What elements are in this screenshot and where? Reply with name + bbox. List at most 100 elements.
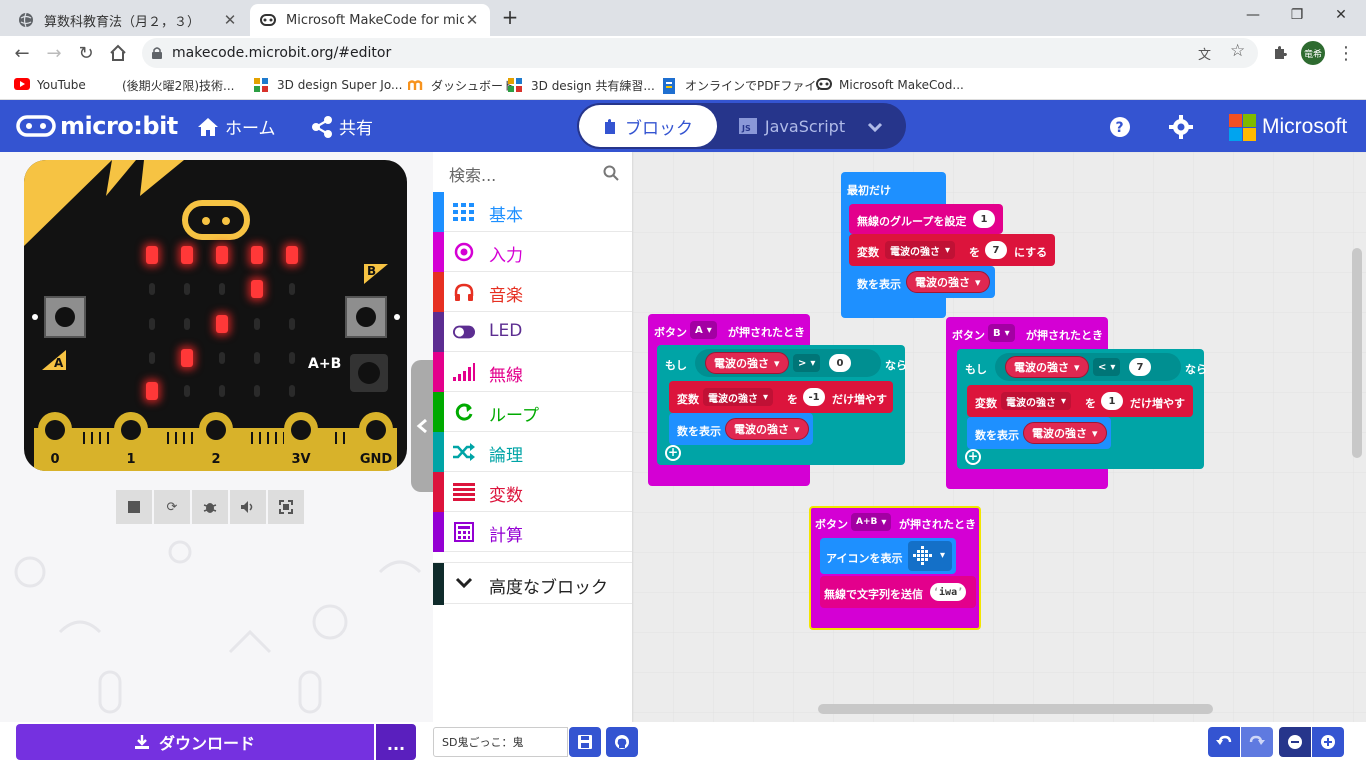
button-ab[interactable] [350,354,388,392]
share-button[interactable]: 共有 [311,114,373,139]
collapse-simulator-button[interactable] [411,360,433,492]
radio-set-group-block[interactable]: 無線のグループを設定 1 [849,204,1003,234]
blocks-mode-button[interactable]: ブロック [579,105,717,147]
toolbox-category[interactable]: 論理 [433,432,632,472]
profile-avatar[interactable]: 竜希 [1301,41,1325,65]
button-a[interactable] [44,296,86,338]
search-input[interactable]: 検索... [449,162,496,186]
bookmark-item[interactable]: ダッシュボード [407,76,515,94]
variable-reporter[interactable]: 電波の強さ ▾ [1023,422,1107,444]
show-number-block[interactable]: 数を表示 電波の強さ ▾ [669,413,813,445]
maximize-button[interactable]: ❐ [1274,0,1320,30]
advanced-blocks-category[interactable]: 高度なブロック [433,562,632,605]
button-dropdown[interactable]: A ▾ [690,321,717,339]
more-button[interactable]: ... [376,724,416,760]
bookmark-item[interactable]: 3D design 共有練習... [508,76,655,94]
back-icon[interactable]: ← [8,39,36,67]
url-field[interactable]: makecode.microbit.org/#editor 文 ☆ [142,38,1258,68]
add-else-icon[interactable]: + [965,449,981,465]
microsoft-logo[interactable]: Microsoft [1229,113,1347,141]
toolbox-category[interactable]: LED [433,312,632,352]
sound-icon[interactable] [230,490,266,524]
chevron-down-icon[interactable] [863,115,887,139]
string-value-input[interactable]: ‘iwa’ [930,583,967,601]
toolbox-search[interactable]: 検索... [433,152,632,192]
bookmark-star-icon[interactable]: ☆ [1230,41,1245,61]
zoom-in-button[interactable] [1312,727,1344,757]
bookmark-item[interactable]: オンラインでPDFファイ... [662,76,828,94]
toolbox-category[interactable]: 無線 [433,352,632,392]
translate-icon[interactable]: 文 [1198,44,1211,63]
button-b[interactable] [345,296,387,338]
radio-send-string-block[interactable]: 無線で文字列を送信 ‘iwa’ [820,576,976,608]
bookmark-item[interactable]: Microsoft MakeCod... [816,76,964,94]
add-else-icon[interactable]: + [665,445,681,461]
browser-tab[interactable]: 算数科教育法（月２，３） ✕ [8,4,248,36]
operator-dropdown[interactable]: < ▾ [1093,358,1121,376]
change-variable-block[interactable]: 変数 電波の強さ ▾ を 1 だけ増やす [967,385,1193,417]
gear-icon[interactable] [1169,115,1193,139]
stop-icon[interactable] [116,490,152,524]
compare-block[interactable]: 電波の強さ ▾ > ▾ 0 [695,349,881,377]
compare-value[interactable]: 0 [829,354,851,372]
fullscreen-icon[interactable] [268,490,304,524]
javascript-mode-button[interactable]: JS JavaScript [727,105,857,147]
compare-value[interactable]: 7 [1129,358,1151,376]
bookmark-item[interactable]: 3D design Super Jo... [254,76,402,94]
forward-icon[interactable]: → [40,39,68,67]
home-icon[interactable] [104,39,132,67]
github-button[interactable] [606,727,638,757]
new-tab-button[interactable]: + [498,6,522,30]
toolbox-category[interactable]: 入力 [433,232,632,272]
change-value[interactable]: 1 [1101,392,1123,410]
variable-dropdown[interactable]: 電波の強さ ▾ [1001,392,1072,410]
bookmark-item[interactable]: YouTube [14,76,86,94]
blocks-workspace[interactable]: 最初だけ 無線のグループを設定 1 変数 電波の強さ ▾ を 7 にする 数を表示… [633,152,1366,722]
vertical-scrollbar[interactable] [1352,248,1362,458]
change-variable-block[interactable]: 変数 電波の強さ ▾ を -1 だけ増やす [669,381,893,413]
set-variable-value[interactable]: 7 [985,241,1007,259]
show-number-block[interactable]: 数を表示 電波の強さ ▾ [849,266,995,298]
variable-reporter[interactable]: 電波の強さ ▾ [725,418,809,440]
set-variable-block[interactable]: 変数 電波の強さ ▾ を 7 にする [849,234,1055,266]
search-icon[interactable] [603,165,619,181]
variable-dropdown[interactable]: 電波の強さ ▾ [703,388,774,406]
save-button[interactable] [569,727,601,757]
show-number-block[interactable]: 数を表示 電波の強さ ▾ [967,417,1111,449]
group-value-input[interactable]: 1 [973,210,995,228]
download-button[interactable]: ダウンロード [16,724,374,760]
variable-dropdown[interactable]: 電波の強さ ▾ [885,241,956,259]
debug-icon[interactable] [192,490,228,524]
toolbox-category[interactable]: 音楽 [433,272,632,312]
reload-icon[interactable]: ↻ [72,39,100,67]
restart-icon[interactable]: ⟳ [154,490,190,524]
microbit-logo[interactable]: micro:bit [16,112,178,140]
browser-tab-active[interactable]: Microsoft MakeCode for micro:bit ✕ [250,4,490,36]
browser-menu-icon[interactable]: ⋮ [1332,39,1360,67]
variable-reporter[interactable]: 電波の強さ ▾ [906,271,990,293]
toolbox-category[interactable]: 基本 [433,192,632,232]
redo-button[interactable] [1241,727,1273,757]
change-value[interactable]: -1 [803,388,825,406]
zoom-out-button[interactable] [1279,727,1311,757]
variable-reporter[interactable]: 電波の強さ ▾ [705,352,789,374]
project-name-input[interactable] [433,727,568,757]
toolbox-category[interactable]: 計算 [433,512,632,552]
toolbox-category[interactable]: 変数 [433,472,632,512]
close-window-button[interactable]: ✕ [1318,0,1364,30]
button-dropdown[interactable]: A+B ▾ [851,513,892,531]
horizontal-scrollbar[interactable] [818,704,1213,714]
variable-reporter[interactable]: 電波の強さ ▾ [1005,356,1089,378]
extensions-icon[interactable] [1266,39,1294,67]
close-tab-icon[interactable]: ✕ [464,11,480,29]
compare-block[interactable]: 電波の強さ ▾ < ▾ 7 [995,353,1181,381]
home-button[interactable]: ホーム [197,114,276,139]
help-icon[interactable]: ? [1108,115,1132,139]
minimize-button[interactable]: — [1230,0,1276,30]
button-dropdown[interactable]: B ▾ [988,324,1015,342]
undo-button[interactable] [1208,727,1240,757]
bookmark-item[interactable]: (後期火曜2限)技術... [122,76,234,94]
icon-dropdown[interactable]: ▾ [908,541,952,571]
operator-dropdown[interactable]: > ▾ [793,354,821,372]
close-tab-icon[interactable]: ✕ [222,11,238,29]
